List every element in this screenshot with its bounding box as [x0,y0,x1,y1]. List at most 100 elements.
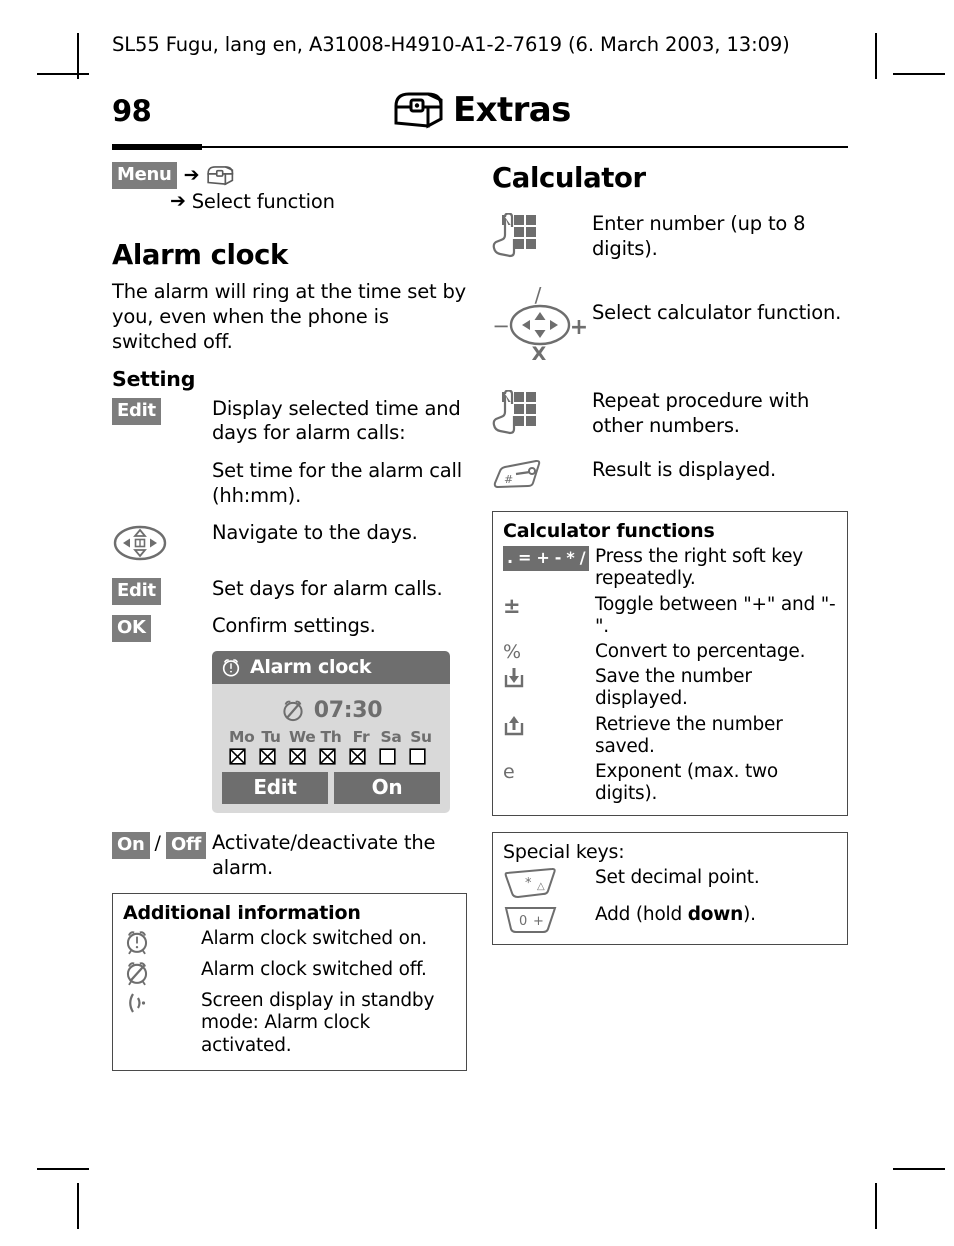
add-text-prefix: Add (hold [595,904,688,926]
alarm-clock-on-icon [123,928,151,956]
function-cue: e [503,761,595,782]
svg-text:#: # [504,473,513,486]
info-cue [123,990,201,1016]
day-label-cell: Tu [259,727,283,746]
menu-button[interactable]: Menu [112,162,177,189]
step-cue [492,389,592,438]
svg-text:△: △ [537,881,545,892]
left-column: Menu ➔ ➔ Select function Alarm clock The… [112,162,467,1071]
calculator-steps: Enter number (up to 8 digits). / − + X S… [492,212,848,493]
page-title-band: 98 Extras [112,90,848,150]
keypad-icon [492,390,538,438]
percent-icon: % [503,641,522,663]
day-checkbox-checked[interactable] [229,748,253,765]
function-text: Exponent (max. two digits). [595,760,779,805]
function-row: e Exponent (max. two digits). [503,761,837,805]
phone-softkey-right[interactable]: On [334,772,440,805]
svg-text:X: X [532,343,547,363]
day-checkbox-checked[interactable] [319,748,343,765]
day-label: Su [410,728,432,747]
special-key-cue: 0 + [503,904,595,934]
day-checkbox-checked[interactable] [289,748,313,765]
soft-key-icon: # [492,459,546,493]
day-label: Th [320,728,342,747]
step-text: Result is displayed. [592,458,777,482]
function-cue: ± [503,594,595,617]
day-label-cell: Su [409,727,433,746]
info-cue [123,928,201,956]
phone-softkey-left[interactable]: Edit [222,772,328,805]
alarm-off-icon [280,698,306,723]
svg-text:/: / [535,285,542,307]
info-text: Alarm clock switched on. [201,928,427,950]
edit-softkey-chip[interactable]: Edit [112,397,161,425]
chapter-title-group: Extras [392,90,571,130]
svg-text:*: * [525,876,532,891]
subsection-title-setting: Setting [112,366,196,391]
special-key-row: * △ Set decimal point. [503,867,837,901]
activate-deactivate-text: Activate/deactivate the alarm. [212,831,436,879]
step-row: Set time for the alarm call (hh:mm). [112,459,467,508]
box-title: Special keys: [503,841,625,864]
day-label: Sa [380,728,402,747]
operator-softkey-chip[interactable]: . = + - * / [503,546,590,572]
day-checkbox-checked[interactable] [259,748,283,765]
step-text: Select calculator function. [592,301,842,325]
edit-softkey-chip[interactable]: Edit [112,578,161,606]
step-text: Repeat procedure with other numbers. [592,389,810,437]
special-key-text: Add (hold down). [595,904,837,926]
function-text: Toggle between "+" and "-". [595,593,836,637]
day-checkbox-unchecked[interactable] [379,748,403,765]
function-cue [503,666,595,690]
step-cue: / − + X [492,285,592,363]
svg-text:0: 0 [519,914,527,929]
phone-display-title-bar: Alarm clock [212,651,450,685]
arrow-right-icon: ➔ [183,164,200,186]
crop-mark-bottom-left-horizontal [37,1168,89,1170]
step-row: Edit Set days for alarm calls. [112,577,467,606]
function-cue [503,714,595,738]
step-row: Navigate to the days. [112,521,467,564]
off-softkey-chip[interactable]: Off [165,832,207,860]
select-function-text: Select function [191,190,335,213]
treasure-chest-icon [392,91,444,129]
chapter-title-text: Extras [453,90,571,130]
phone-time-row: 07:30 [220,698,442,723]
signal-waves-icon [123,990,151,1016]
alarm-clock-intro: The alarm will ring at the time set by y… [112,280,466,353]
function-row: ± Toggle between "+" and "-". [503,594,837,638]
info-cue [123,959,201,987]
on-off-cue: On / Off [112,831,212,860]
day-checkbox-checked[interactable] [349,748,373,765]
section-title-calculator: Calculator [492,162,646,194]
ok-softkey-chip[interactable]: OK [112,615,151,643]
alarm-clock-icon [220,657,242,678]
info-text: Alarm clock switched off. [201,959,427,981]
day-label-cell: Th [319,727,343,746]
navigation-key-icon [112,522,168,564]
function-cue: % [503,641,595,662]
phone-display-body: 07:30 Mo Tu We Th Fr Sa Su Edit On [212,684,450,813]
step-text: Enter number (up to 8 digits). [592,212,806,260]
keypad-icon [492,213,538,261]
phone-alarm-time: 07:30 [313,698,383,724]
phone-display-title: Alarm clock [250,656,372,679]
crop-mark-top-right-horizontal [893,73,945,75]
right-column: Calculator Enter number (up to 8 digits)… [492,162,848,946]
box-title: Additional information [123,902,361,925]
step-row: # Result is displayed. [492,458,848,493]
day-checkbox-unchecked[interactable] [409,748,433,765]
special-keys-box: Special keys: * △ Set decimal point. 0 +… [492,832,848,946]
crop-mark-bottom-left-vertical [77,1183,79,1229]
menu-path-line-1: Menu ➔ [112,162,467,189]
on-softkey-chip[interactable]: On [112,832,150,860]
save-tray-icon [503,666,525,690]
calculator-functions-box: Calculator functions . = + - * / Press t… [492,511,848,817]
step-cue: Edit [112,577,212,606]
day-label: We [289,728,316,747]
retrieve-tray-icon [503,714,525,738]
menu-path: Menu ➔ ➔ Select function [112,162,467,213]
step-row: Enter number (up to 8 digits). [492,212,848,261]
function-row: % Convert to percentage. [503,641,837,663]
treasure-chest-icon [206,165,234,186]
